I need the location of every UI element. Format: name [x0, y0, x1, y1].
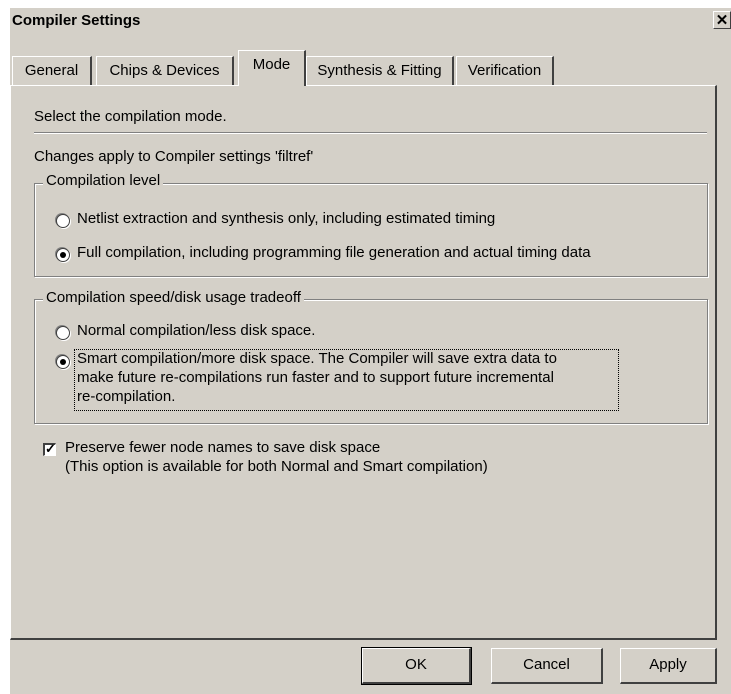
compilation-level-group — [34, 183, 708, 277]
mode-intro-text: Select the compilation mode. — [34, 108, 227, 125]
smart-compilation-label-line2[interactable]: make future re-compilations run faster a… — [77, 369, 554, 386]
mode-tab-panel: Select the compilation mode. Changes app… — [10, 85, 717, 640]
preserve-node-names-checkbox[interactable]: ✓ — [43, 441, 56, 456]
apply-button[interactable]: Apply — [620, 648, 717, 684]
radio-selected-dot — [60, 252, 66, 258]
close-icon[interactable]: ✕ — [713, 11, 731, 29]
tab-chips-devices[interactable]: Chips & Devices — [96, 56, 234, 85]
radio-selected-dot — [60, 359, 66, 365]
radio-full-compilation[interactable] — [56, 248, 70, 262]
preserve-node-names-note: (This option is available for both Norma… — [65, 458, 488, 475]
tab-general[interactable]: General — [12, 56, 92, 85]
compilation-level-legend: Compilation level — [43, 172, 164, 189]
checkmark-icon: ✓ — [45, 441, 56, 456]
dialog-title: Compiler Settings — [12, 12, 141, 29]
netlist-extraction-label[interactable]: Netlist extraction and synthesis only, i… — [77, 210, 495, 227]
changes-note: Changes apply to Compiler settings 'filt… — [34, 148, 314, 165]
smart-compilation-label-line3[interactable]: re-compilation. — [77, 388, 175, 405]
radio-normal-compilation[interactable] — [56, 326, 70, 340]
smart-compilation-label-line1[interactable]: Smart compilation/more disk space. The C… — [77, 350, 557, 367]
preserve-node-names-label[interactable]: Preserve fewer node names to save disk s… — [65, 439, 380, 456]
tab-synthesis-fitting[interactable]: Synthesis & Fitting — [306, 56, 454, 85]
title-bar: Compiler Settings ✕ — [10, 8, 731, 35]
full-compilation-label[interactable]: Full compilation, including programming … — [77, 244, 591, 261]
radio-smart-compilation[interactable] — [56, 355, 70, 369]
tab-verification[interactable]: Verification — [456, 56, 554, 85]
speed-tradeoff-legend: Compilation speed/disk usage tradeoff — [43, 289, 304, 306]
ok-button[interactable]: OK — [361, 647, 472, 685]
normal-compilation-label[interactable]: Normal compilation/less disk space. — [77, 322, 315, 339]
cancel-button[interactable]: Cancel — [491, 648, 603, 684]
compiler-settings-dialog: Compiler Settings ✕ General Chips & Devi… — [10, 8, 731, 694]
tab-mode[interactable]: Mode — [238, 50, 306, 86]
radio-netlist-extraction[interactable] — [56, 214, 70, 228]
divider — [34, 132, 707, 134]
